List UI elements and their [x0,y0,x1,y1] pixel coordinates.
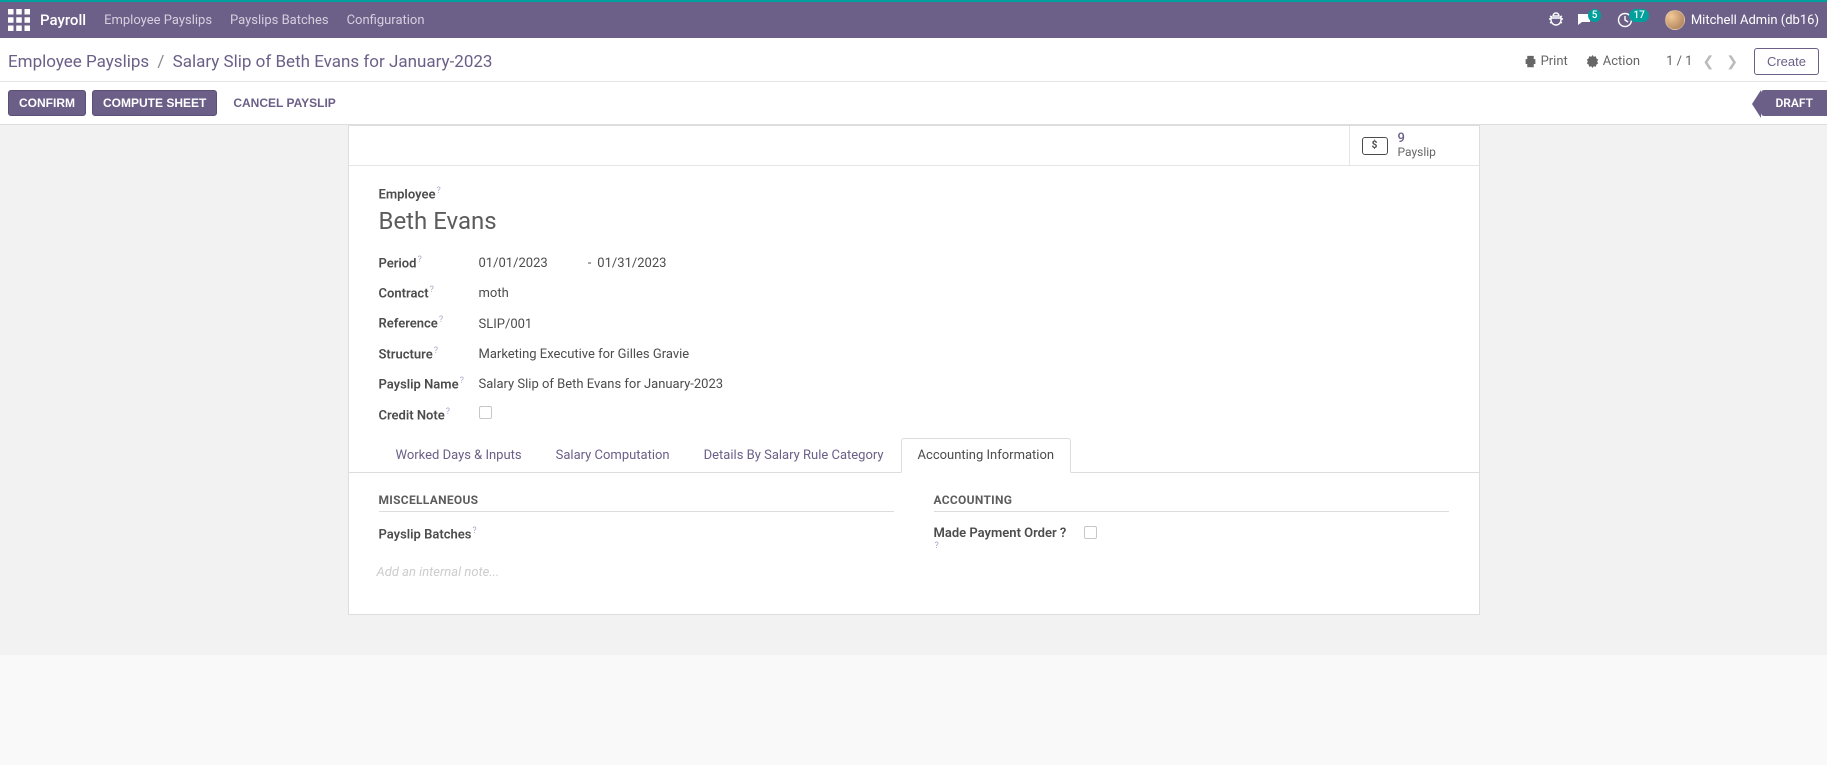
print-icon [1524,55,1537,68]
form-sheet-wrap: 9 Payslip Employee? Beth Evans Period? 0… [0,125,1827,655]
user-menu[interactable]: Mitchell Admin (db16) [1665,10,1819,30]
button-bar: Confirm Compute Sheet Cancel Payslip Dra… [0,82,1827,125]
print-button[interactable]: Print [1524,54,1568,69]
bug-icon[interactable] [1548,12,1564,28]
create-button[interactable]: Create [1754,48,1819,75]
period-from[interactable]: 01/01/2023 [479,256,548,271]
tab-worked-days[interactable]: Worked Days & Inputs [379,438,539,473]
help-icon[interactable]: ? [935,541,939,551]
breadcrumb-current: Salary Slip of Beth Evans for January-20… [173,52,493,72]
employee-value[interactable]: Beth Evans [379,207,497,235]
user-label: Mitchell Admin (db16) [1691,13,1819,28]
gear-icon [1586,55,1599,68]
help-icon[interactable]: ? [446,407,450,417]
contract-label: Contract? [379,285,479,301]
help-icon[interactable]: ? [439,315,443,325]
help-icon[interactable]: ? [417,255,421,265]
help-icon[interactable]: ? [460,376,464,386]
period-sep: - [588,256,592,271]
activity-badge: 17 [1629,9,1648,22]
activity-icon[interactable]: 17 [1617,12,1652,28]
section-misc: Miscellaneous [379,493,894,512]
stat-value: 9 [1398,132,1436,146]
payslip-batches-label: Payslip Batches? [379,526,529,542]
employee-label: Employee? [379,186,479,202]
reference-label: Reference? [379,315,479,331]
pager[interactable]: 1 / 1 [1666,54,1692,69]
structure-value[interactable]: Marketing Executive for Gilles Gravie [479,347,690,362]
contract-value[interactable]: moth [479,286,509,301]
credit-note-checkbox[interactable] [479,406,492,419]
stat-label: Payslip [1398,146,1436,159]
main-navbar: Payroll Employee Payslips Payslips Batch… [0,0,1827,38]
nav-employee-payslips[interactable]: Employee Payslips [104,13,212,28]
pager-next[interactable]: ❯ [1724,54,1740,70]
cancel-payslip-button[interactable]: Cancel Payslip [223,91,345,115]
help-icon[interactable]: ? [436,186,440,196]
breadcrumb-sep: / [157,52,164,72]
breadcrumb-parent[interactable]: Employee Payslips [8,52,149,72]
payslip-name-value[interactable]: Salary Slip of Beth Evans for January-20… [479,377,724,392]
structure-label: Structure? [379,346,479,362]
nav-configuration[interactable]: Configuration [347,13,425,28]
confirm-button[interactable]: Confirm [8,90,86,116]
compute-sheet-button[interactable]: Compute Sheet [92,90,217,116]
app-name[interactable]: Payroll [40,11,86,29]
sheet-statbar: 9 Payslip [349,126,1479,166]
help-icon[interactable]: ? [472,526,476,536]
period-to[interactable]: 01/31/2023 [597,256,666,271]
apps-icon[interactable] [8,9,30,31]
tab-details-category[interactable]: Details By Salary Rule Category [687,438,901,473]
tab-accounting-content: Miscellaneous Payslip Batches? Add an in… [379,473,1449,583]
status-badge: Draft [1761,90,1827,116]
made-payment-label: Made Payment Order ?? [934,526,1084,557]
pager-prev[interactable]: ❮ [1701,54,1717,70]
action-button[interactable]: Action [1586,54,1640,69]
breadcrumb: Employee Payslips / Salary Slip of Beth … [8,52,492,72]
period-label: Period? [379,255,479,271]
chat-badge: 5 [1588,9,1602,22]
chat-icon[interactable]: 5 [1576,12,1606,28]
notebook-tabs: Worked Days & Inputs Salary Computation … [349,437,1479,473]
money-icon [1362,137,1388,155]
form-sheet: 9 Payslip Employee? Beth Evans Period? 0… [348,125,1480,615]
help-icon[interactable]: ? [434,346,438,356]
stat-payslip-button[interactable]: 9 Payslip [1349,126,1479,165]
internal-note-input[interactable]: Add an internal note... [377,561,894,584]
tab-salary-computation[interactable]: Salary Computation [539,438,687,473]
nav-payslips-batches[interactable]: Payslips Batches [230,13,329,28]
tab-accounting-info[interactable]: Accounting Information [901,438,1072,473]
section-accounting: Accounting [934,493,1449,512]
reference-value[interactable]: SLIP/001 [479,317,533,332]
made-payment-checkbox[interactable] [1084,526,1097,539]
help-icon[interactable]: ? [430,285,434,295]
action-label: Action [1603,54,1640,69]
payslip-name-label: Payslip Name? [379,376,479,392]
avatar [1665,10,1685,30]
titlebar: Employee Payslips / Salary Slip of Beth … [0,38,1827,82]
print-label: Print [1541,54,1568,69]
credit-note-label: Credit Note? [379,407,479,423]
